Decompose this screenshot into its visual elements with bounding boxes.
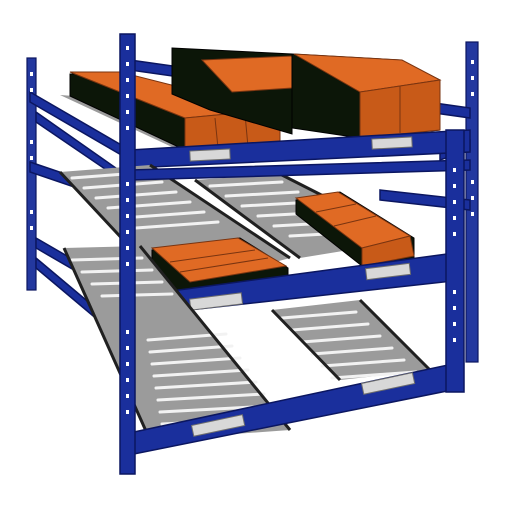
top-label-plate-right [371, 136, 413, 150]
front-left-upright [119, 33, 136, 475]
top-label-plate-left [189, 148, 231, 162]
top-level [29, 47, 471, 169]
flow-rack-illustration [26, 33, 479, 475]
top-box-right [291, 53, 442, 139]
